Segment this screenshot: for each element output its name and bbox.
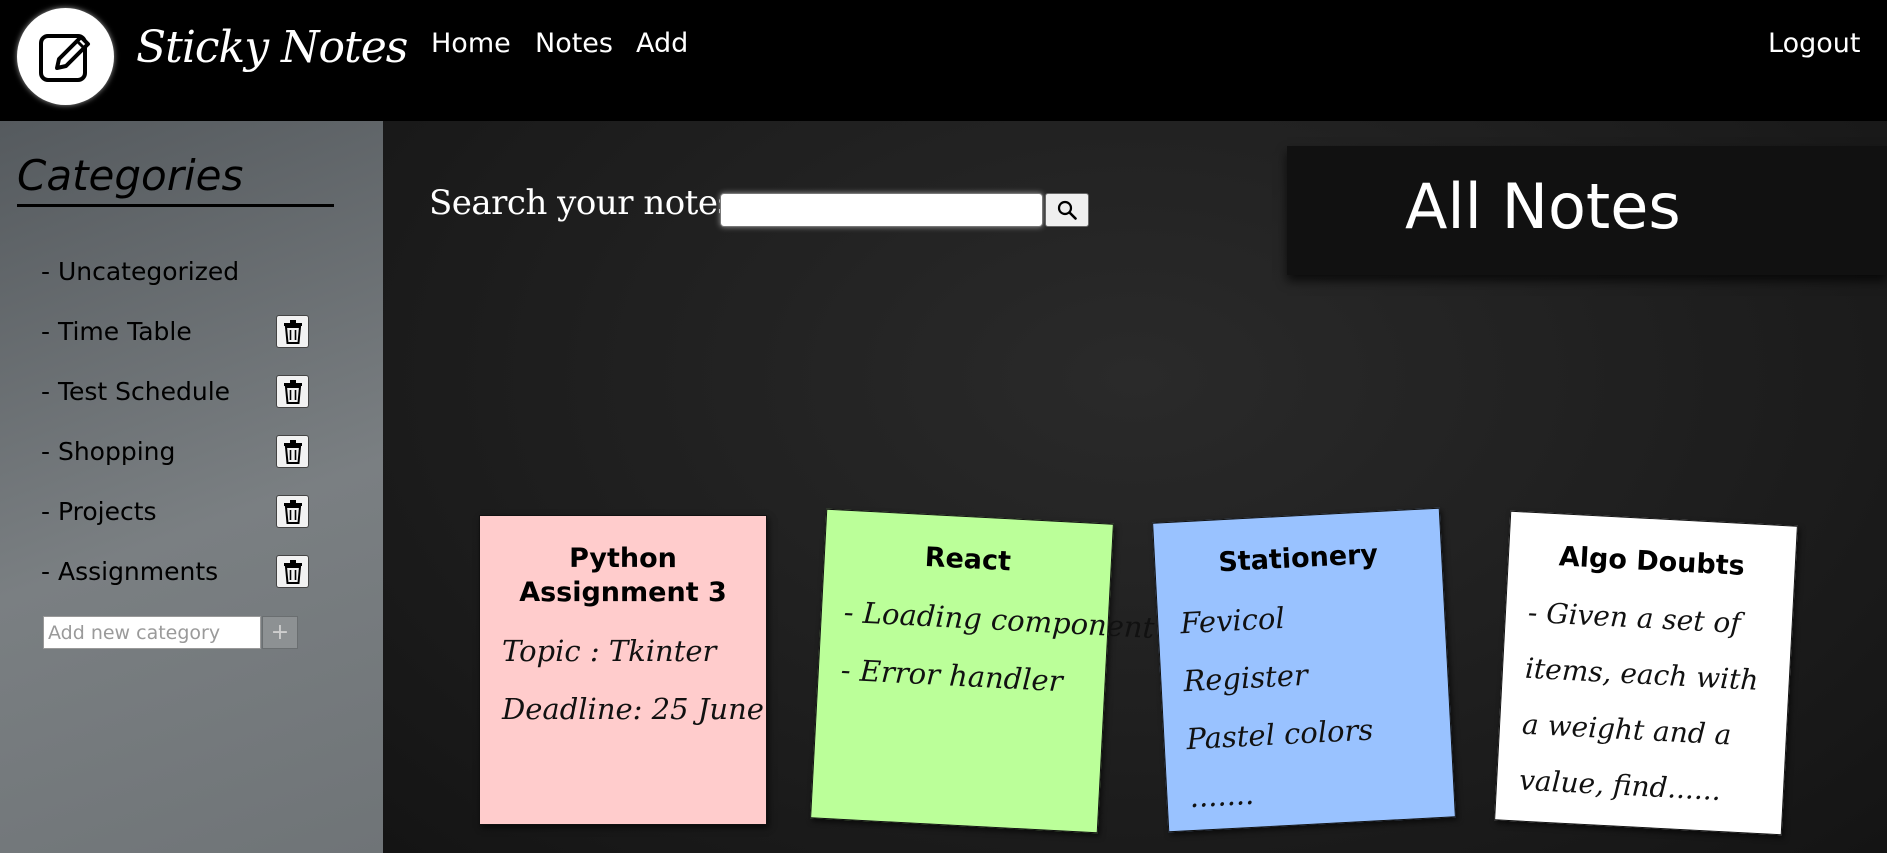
trash-icon xyxy=(283,319,302,344)
note-title: Python Assignment 3 xyxy=(519,543,727,608)
note-body: - Given a set of items, each with a weig… xyxy=(1496,584,1793,823)
brand-title: Sticky Notes xyxy=(136,22,408,73)
trash-icon xyxy=(283,499,302,524)
add-category-button[interactable]: + xyxy=(262,616,298,649)
note-title: Algo Doubts xyxy=(1558,541,1746,582)
category-item-shopping[interactable]: - Shopping xyxy=(41,437,175,466)
note-line: ....... xyxy=(1188,776,1255,815)
category-item-time-table[interactable]: - Time Table xyxy=(41,317,192,346)
new-category-input[interactable] xyxy=(43,616,261,649)
all-notes-banner: All Notes xyxy=(1287,146,1887,275)
search-input[interactable] xyxy=(720,193,1043,227)
note-line: Deadline: 25 June xyxy=(502,692,764,726)
delete-category-button[interactable] xyxy=(276,555,309,588)
categories-sidebar: Categories - Uncategorized - Time Table … xyxy=(0,121,383,853)
category-item-projects[interactable]: - Projects xyxy=(41,497,157,526)
delete-category-button[interactable] xyxy=(276,315,309,348)
delete-category-button[interactable] xyxy=(276,495,309,528)
note-card[interactable]: Python Assignment 3 Topic : Tkinter Dead… xyxy=(479,515,767,825)
category-item-test-schedule[interactable]: - Test Schedule xyxy=(41,377,230,406)
nav-home-link[interactable]: Home xyxy=(431,28,511,59)
edit-note-icon xyxy=(38,33,90,82)
note-card[interactable]: Algo Doubts - Given a set of items, each… xyxy=(1494,510,1798,836)
note-body: - Loading component - Error handler xyxy=(817,582,1155,713)
note-card[interactable]: Stationery Fevicol Register Pastel color… xyxy=(1152,507,1456,833)
delete-category-button[interactable] xyxy=(276,375,309,408)
nav-notes-link[interactable]: Notes xyxy=(535,28,613,59)
nav-add-link[interactable]: Add xyxy=(636,28,688,59)
category-item-assignments[interactable]: - Assignments xyxy=(41,557,218,586)
note-card[interactable]: React - Loading component - Error handle… xyxy=(810,508,1155,834)
note-title: Stationery xyxy=(1217,538,1379,579)
note-body: Topic : Tkinter Deadline: 25 June xyxy=(480,622,766,738)
page-title: All Notes xyxy=(1405,170,1681,243)
search-button[interactable] xyxy=(1045,193,1089,227)
category-item-uncategorized[interactable]: - Uncategorized xyxy=(41,257,239,286)
note-line: - Given a set of items, each with a weig… xyxy=(1518,595,1760,808)
trash-icon xyxy=(283,439,302,464)
note-line: Topic : Tkinter xyxy=(502,634,717,668)
sidebar-divider xyxy=(17,204,334,207)
logout-link[interactable]: Logout xyxy=(1768,28,1860,59)
top-navbar: Sticky Notes Home Notes Add Logout xyxy=(0,0,1887,121)
search-label: Search your notes xyxy=(429,183,735,223)
logo[interactable] xyxy=(17,8,114,105)
sidebar-title: Categories xyxy=(17,151,244,200)
note-body: Fevicol Register Pastel colors ....... xyxy=(1157,581,1455,828)
trash-icon xyxy=(283,559,302,584)
delete-category-button[interactable] xyxy=(276,435,309,468)
magnifier-icon xyxy=(1057,200,1077,220)
trash-icon xyxy=(283,379,302,404)
note-title: React xyxy=(923,541,1012,578)
